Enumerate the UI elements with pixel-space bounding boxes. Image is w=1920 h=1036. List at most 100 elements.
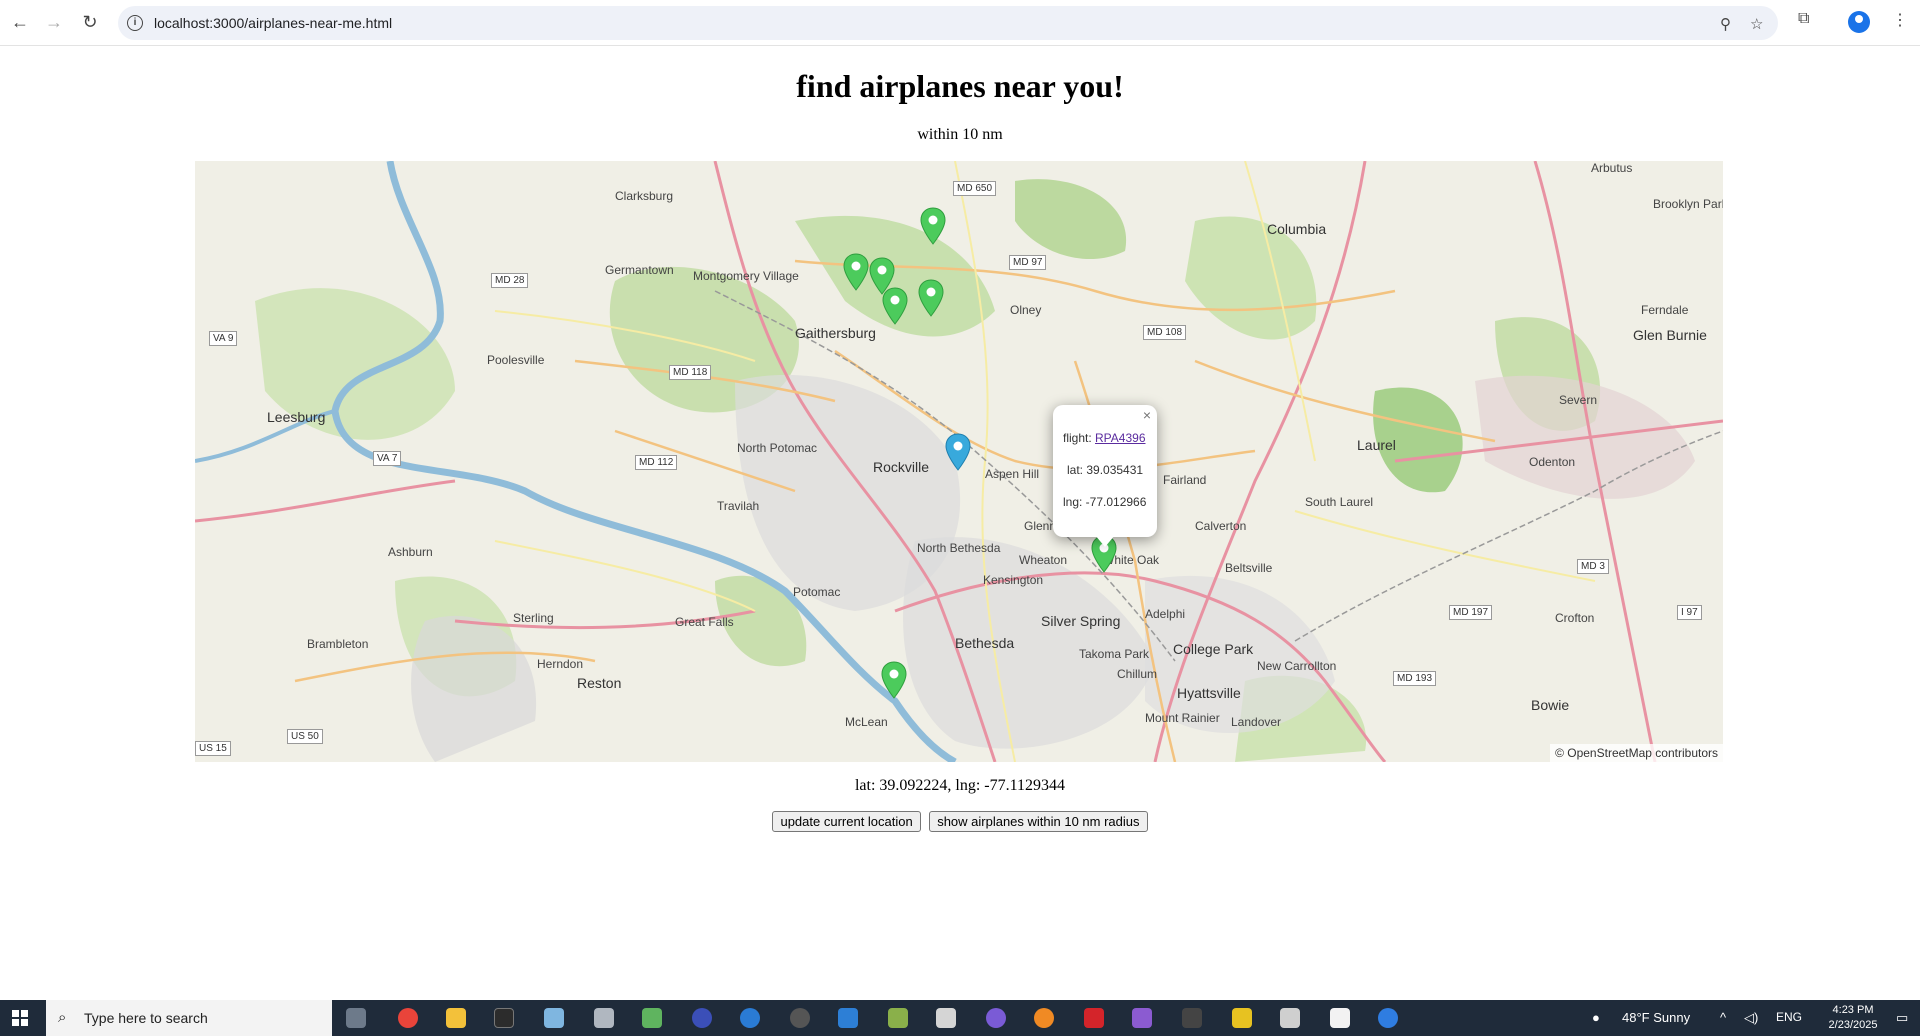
file-explorer-icon[interactable] — [446, 1008, 466, 1028]
place-label: Clarksburg — [615, 189, 674, 203]
place-label: Severn — [1559, 393, 1598, 407]
arrow-right-icon[interactable]: → — [42, 10, 66, 34]
windows-start-icon[interactable] — [12, 1010, 28, 1026]
media-player-icon[interactable] — [790, 1008, 810, 1028]
place-label: Germantown — [605, 263, 674, 277]
place-label: Montgomery Village — [693, 269, 799, 283]
place-label: Beltsville — [1225, 561, 1273, 575]
place-label: Olney — [1010, 303, 1042, 317]
place-label: Laurel — [1357, 437, 1396, 453]
place-label: Silver Spring — [1041, 613, 1121, 629]
airplane-marker[interactable] — [918, 279, 944, 317]
place-label: College Park — [1173, 641, 1254, 657]
app-icon[interactable] — [544, 1008, 564, 1028]
arrow-left-icon[interactable]: ← — [8, 10, 32, 34]
app-icon[interactable] — [642, 1008, 662, 1028]
airplane-marker[interactable] — [843, 253, 869, 291]
current-location-marker[interactable] — [945, 433, 971, 471]
place-label: Fairland — [1163, 473, 1207, 487]
app-icon[interactable] — [1378, 1008, 1398, 1028]
task-view-icon[interactable] — [346, 1008, 366, 1028]
reload-icon[interactable]: ↻ — [78, 10, 102, 34]
road-shield: MD 108 — [1143, 325, 1187, 340]
road-shield: VA 7 — [373, 451, 402, 466]
road-shield: MD 3 — [1577, 559, 1609, 574]
road-shield: US 50 — [287, 729, 323, 744]
update-location-button[interactable]: update current location — [772, 811, 921, 832]
road-shield: MD 197 — [1449, 605, 1493, 620]
place-label: Columbia — [1267, 221, 1327, 237]
notification-icon[interactable]: ▭ — [1896, 1010, 1908, 1026]
page-subtitle: within 10 nm — [917, 126, 1003, 143]
visual-studio-icon[interactable] — [1132, 1008, 1152, 1028]
road-shield: MD 97 — [1009, 255, 1047, 270]
place-label: Chillum — [1117, 667, 1158, 681]
place-label: Ferndale — [1641, 303, 1689, 317]
road-shield: I 97 — [1677, 605, 1702, 620]
place-label: Aspen Hill — [985, 467, 1040, 481]
road-shield: MD 650 — [953, 181, 997, 196]
viber-icon[interactable] — [986, 1008, 1006, 1028]
place-label: Mount Rainier — [1145, 711, 1220, 725]
place-label: North Bethesda — [917, 541, 1001, 555]
chrome-icon[interactable] — [398, 1008, 418, 1028]
app-icon[interactable] — [740, 1008, 760, 1028]
terminal-icon[interactable] — [494, 1008, 514, 1028]
current-coordinates: lat: 39.092224, lng: -77.1129344 — [854, 777, 1066, 794]
app-icon[interactable] — [692, 1008, 712, 1028]
app-icon[interactable] — [936, 1008, 956, 1028]
taskbar-search[interactable]: ⌕ Type here to search — [46, 1000, 332, 1036]
place-label: Arbutus — [1591, 161, 1633, 175]
app-icon[interactable] — [838, 1008, 858, 1028]
road-shield: MD 118 — [669, 365, 712, 380]
site-info-icon[interactable]: i — [127, 15, 143, 31]
chevron-up-icon[interactable]: ^ — [1720, 1010, 1726, 1025]
profile-avatar[interactable] — [1848, 11, 1870, 33]
place-label: Hyattsville — [1177, 685, 1241, 701]
popup-tip — [1095, 535, 1115, 547]
place-label: Odenton — [1529, 455, 1576, 469]
weather-text[interactable]: 48°F Sunny — [1622, 1010, 1690, 1025]
app-icon[interactable] — [594, 1008, 614, 1028]
popup-close-button[interactable]: × — [1143, 407, 1151, 423]
language-indicator[interactable]: ENG — [1776, 1010, 1802, 1024]
road-shield: VA 9 — [209, 331, 238, 346]
place-label: Sterling — [513, 611, 554, 625]
place-label: Calverton — [1195, 519, 1247, 533]
place-label: Adelphi — [1145, 607, 1186, 621]
place-label: Reston — [577, 675, 622, 691]
place-label: Ashburn — [388, 545, 433, 559]
app-icon[interactable] — [1232, 1008, 1252, 1028]
app-icon[interactable] — [1280, 1008, 1300, 1028]
map-attribution[interactable]: © OpenStreetMap contributors — [1550, 744, 1723, 762]
location-pin-icon[interactable]: ⚲ — [1720, 15, 1731, 33]
blender-icon[interactable] — [1034, 1008, 1054, 1028]
map-view[interactable]: Clarksburg Germantown Montgomery Village… — [195, 161, 1723, 762]
app-icon[interactable] — [1084, 1008, 1104, 1028]
flight-link[interactable]: RPA4396 — [1095, 431, 1145, 445]
airplane-marker[interactable] — [881, 661, 907, 699]
app-icon[interactable] — [1330, 1008, 1350, 1028]
system-clock[interactable]: 4:23 PM 2/23/2025 — [1818, 1003, 1888, 1033]
place-label: Gaithersburg — [795, 325, 876, 341]
menu-kebab-icon[interactable]: ⋮ — [1892, 10, 1908, 30]
bookmark-star-icon[interactable]: ☆ — [1750, 15, 1763, 33]
app-icon[interactable] — [1182, 1008, 1202, 1028]
address-bar[interactable]: i localhost:3000/airplanes-near-me.html … — [118, 6, 1778, 40]
extensions-icon[interactable]: ⧉ — [1798, 10, 1809, 28]
airplane-marker[interactable] — [882, 287, 908, 325]
button-row: update current location show airplanes w… — [0, 811, 1920, 832]
volume-icon[interactable]: ◁) — [1744, 1010, 1758, 1026]
clock-time: 4:23 PM — [1832, 1004, 1874, 1016]
weather-sun-icon[interactable]: ● — [1592, 1010, 1600, 1025]
url-text[interactable]: localhost:3000/airplanes-near-me.html — [154, 15, 392, 31]
airplane-marker[interactable] — [920, 207, 946, 245]
app-icon[interactable] — [888, 1008, 908, 1028]
place-label: Kensington — [983, 573, 1044, 587]
place-label: Leesburg — [267, 409, 326, 425]
road-shield: MD 112 — [635, 455, 678, 470]
place-label: Bowie — [1531, 697, 1570, 713]
place-label: Herndon — [537, 657, 584, 671]
show-airplanes-button[interactable]: show airplanes within 10 nm radius — [929, 811, 1148, 832]
place-label: Wheaton — [1019, 553, 1068, 567]
